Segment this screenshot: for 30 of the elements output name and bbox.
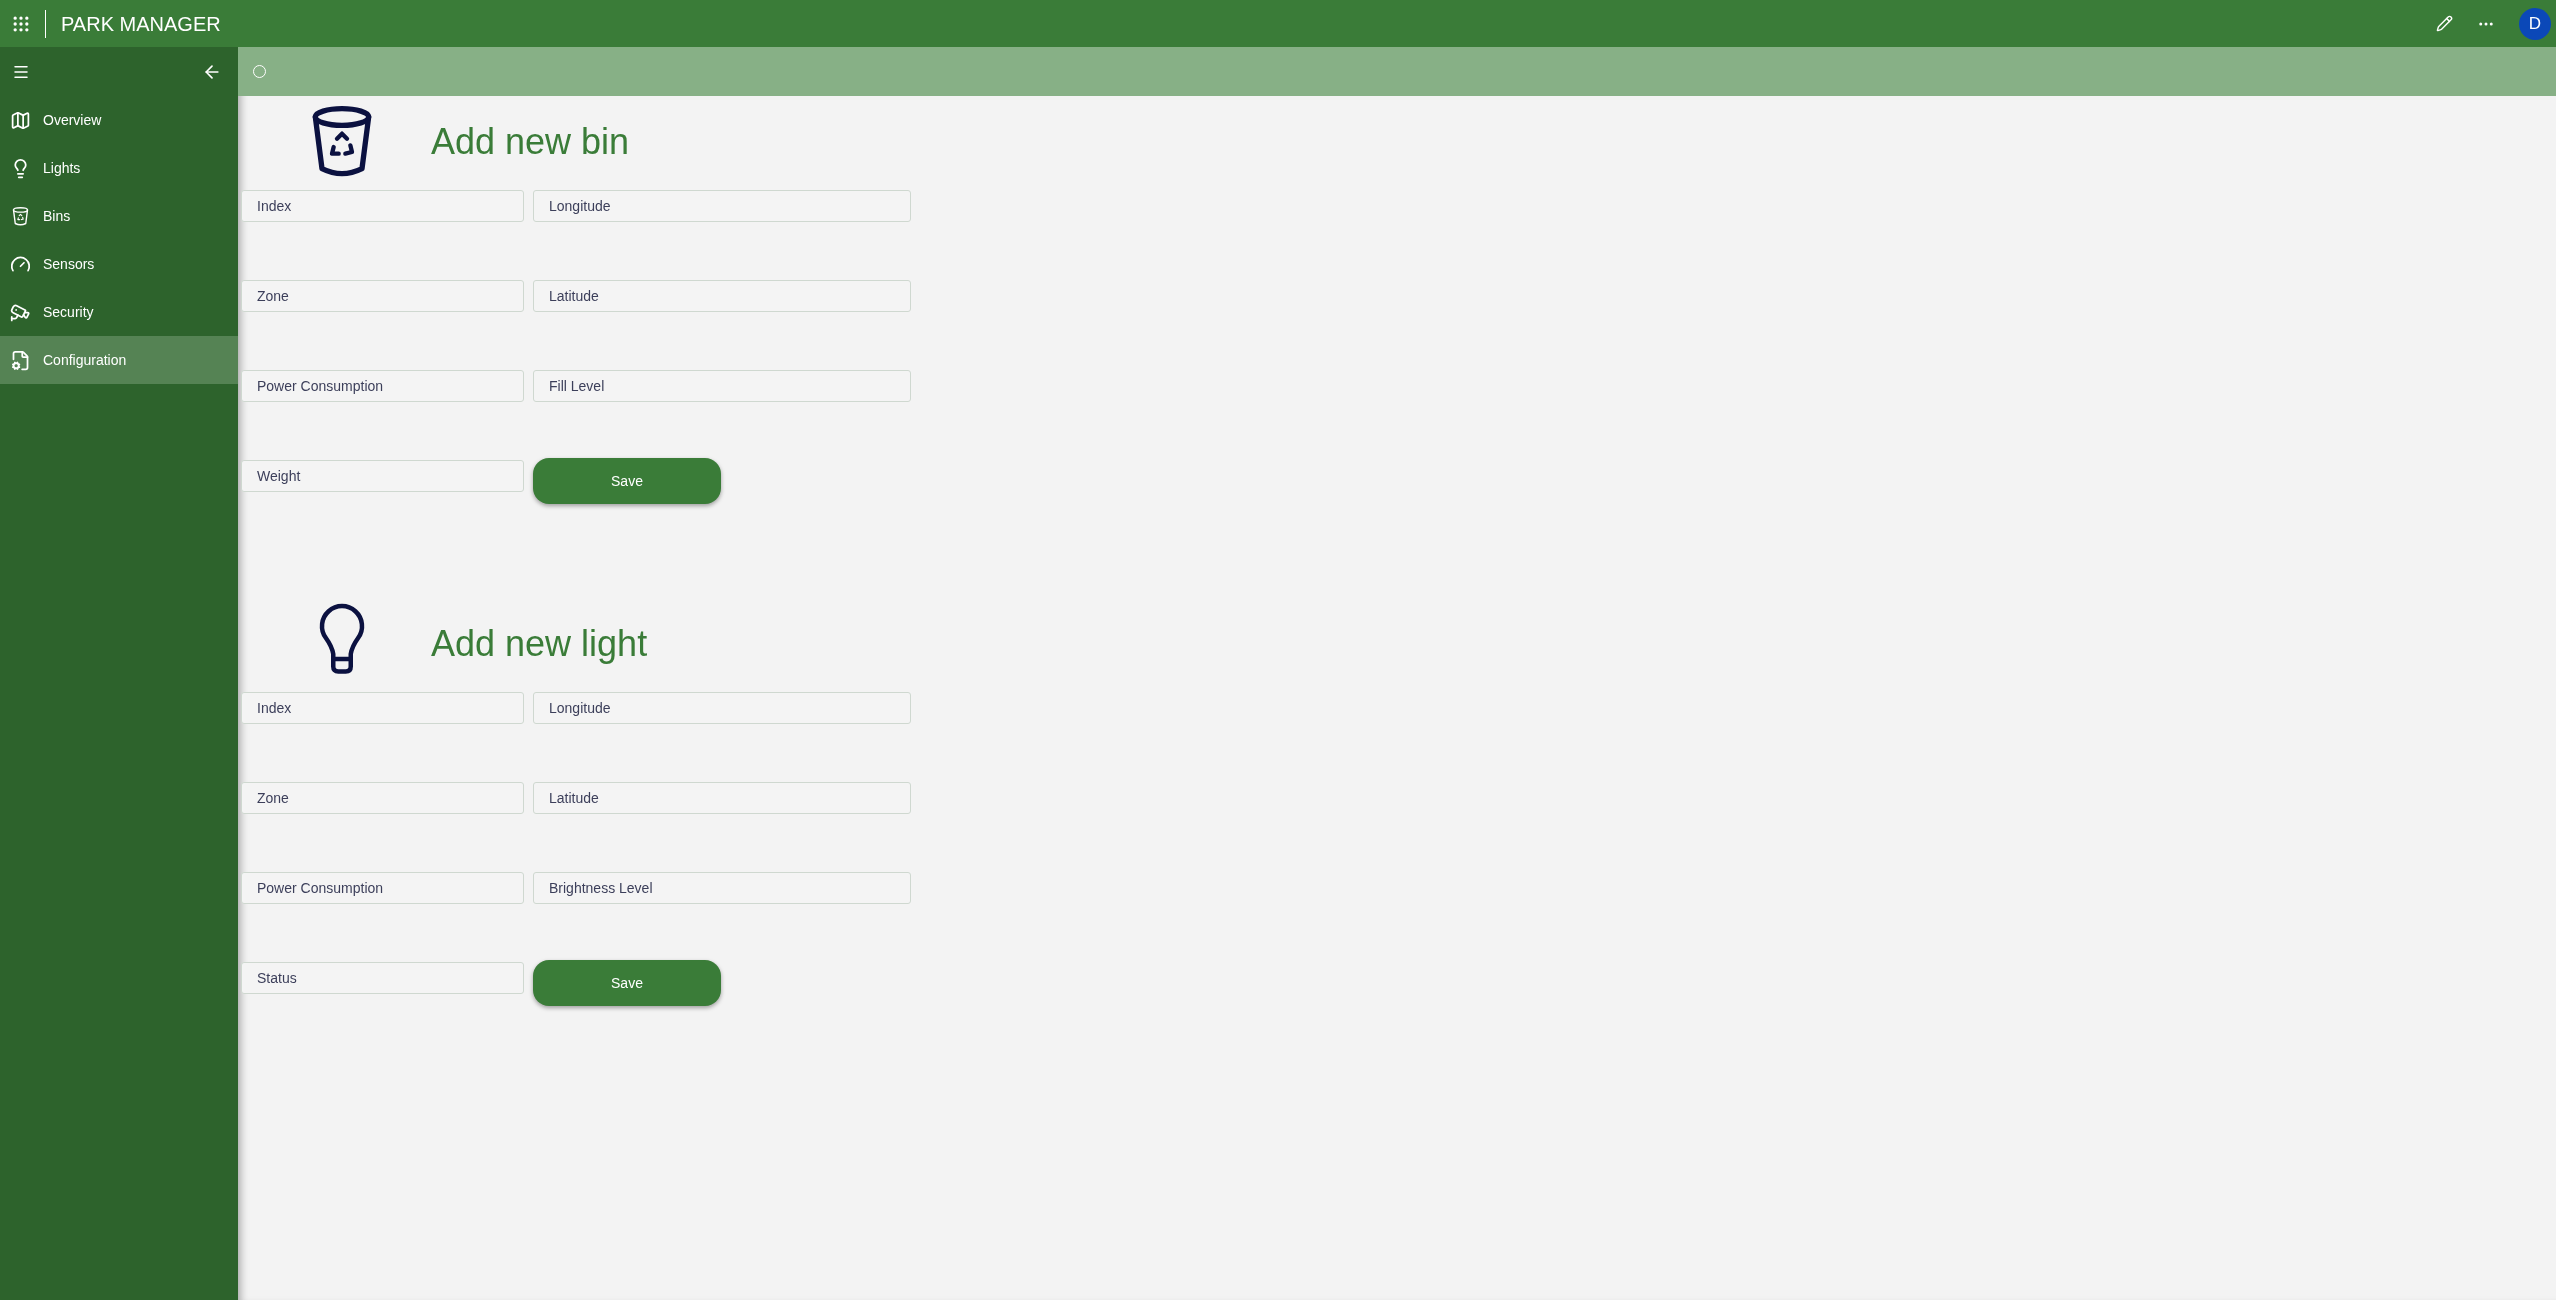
input-field[interactable]: Longitude — [533, 692, 911, 724]
save-button[interactable]: Save — [533, 960, 721, 1006]
form-title: Add new light — [431, 622, 648, 666]
sidebar-item[interactable]: Overview — [0, 96, 238, 144]
user-avatar[interactable]: D — [2519, 7, 2551, 40]
bin-icon — [10, 205, 31, 227]
file-gear-icon — [10, 349, 31, 371]
input-field[interactable]: Zone — [241, 280, 524, 312]
input-field[interactable]: Zone — [241, 782, 524, 814]
save-button[interactable]: Save — [533, 458, 721, 504]
sidebar-item[interactable]: Lights — [0, 144, 238, 192]
input-field[interactable]: Longitude — [533, 190, 911, 222]
input-field[interactable]: Index — [241, 190, 524, 222]
input-field[interactable]: Status — [241, 962, 524, 994]
form-title: Add new bin — [431, 120, 630, 164]
input-field[interactable]: Power Consumption — [241, 370, 524, 402]
sidebar-item[interactable]: Configuration — [0, 336, 238, 384]
sidebar-item[interactable]: Sensors — [0, 240, 238, 288]
input-field[interactable]: Fill Level — [533, 370, 911, 402]
sidebar-item[interactable]: Security — [0, 288, 238, 336]
input-field[interactable]: Index — [241, 692, 524, 724]
input-field[interactable]: Weight — [241, 460, 524, 492]
map-icon — [10, 109, 31, 131]
app-title: PARK MANAGER — [61, 11, 221, 37]
sidebar-item[interactable]: Bins — [0, 192, 238, 240]
input-field[interactable]: Latitude — [533, 782, 911, 814]
input-field[interactable]: Brightness Level — [533, 872, 911, 904]
input-field[interactable]: Power Consumption — [241, 872, 524, 904]
input-field[interactable]: Latitude — [533, 280, 911, 312]
edit-icon[interactable] — [2436, 15, 2453, 32]
